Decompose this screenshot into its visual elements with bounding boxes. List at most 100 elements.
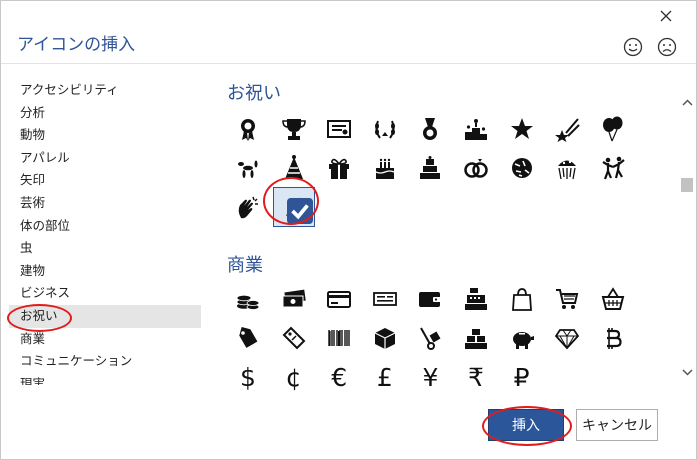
hand-truck-icon[interactable] — [409, 318, 451, 358]
category-item[interactable]: 芸術 — [9, 192, 201, 215]
currency-symbol-icon[interactable]: € — [318, 357, 360, 393]
shopping-bag-icon-glyph — [511, 288, 532, 311]
category-item[interactable]: お祝い — [9, 304, 201, 328]
vertical-scrollbar[interactable] — [679, 91, 696, 376]
gold-bars-icon[interactable] — [455, 318, 497, 358]
currency-symbol-icon[interactable]: £ — [364, 357, 406, 393]
wallet-icon[interactable] — [409, 279, 451, 319]
balloons-icon[interactable] — [592, 109, 634, 149]
shooting-star-icon-glyph — [555, 118, 580, 142]
shopping-cart-icon[interactable] — [546, 279, 588, 319]
trophy-icon-glyph — [281, 119, 306, 140]
bitcoin-icon[interactable] — [592, 318, 634, 358]
package-icon-glyph — [374, 328, 396, 349]
package-icon[interactable] — [364, 318, 406, 358]
scroll-down-icon[interactable] — [682, 362, 693, 376]
currency-symbol-icon[interactable]: $ — [227, 357, 269, 393]
check-icon[interactable] — [364, 279, 406, 319]
certificate-icon-glyph — [327, 120, 352, 138]
certificate-icon[interactable] — [318, 109, 360, 149]
laurel-wreath-icon[interactable] — [364, 109, 406, 149]
tag-icon[interactable] — [273, 318, 315, 358]
coins-icon-glyph — [236, 294, 260, 310]
confetti-ball-icon-glyph — [558, 160, 577, 180]
currency-symbol: £ — [376, 362, 393, 392]
category-item[interactable]: 虫 — [9, 237, 201, 260]
cash-register-icon[interactable] — [455, 279, 497, 319]
hand-truck-icon-glyph — [420, 327, 441, 350]
smile-icon[interactable] — [623, 37, 643, 57]
currency-symbol: ¥ — [422, 362, 439, 392]
trophy-icon[interactable] — [273, 109, 315, 149]
category-item[interactable]: 体の部位 — [9, 215, 201, 238]
birthday-cake-icon-glyph — [375, 158, 395, 179]
balloon-dog-icon[interactable] — [227, 148, 269, 188]
currency-symbol-icon[interactable]: ¢ — [273, 357, 315, 393]
shooting-star-icon[interactable] — [546, 109, 588, 149]
laurel-wreath-icon-glyph — [374, 120, 395, 139]
barcode-icon-glyph — [328, 330, 350, 346]
diamond-icon[interactable] — [546, 318, 588, 358]
dialog-title: アイコンの挿入 — [17, 35, 136, 55]
section-title-celebration: お祝い — [227, 83, 281, 104]
insert-button[interactable]: 挿入 — [488, 409, 564, 441]
banknotes-icon[interactable] — [273, 279, 315, 319]
rings-icon-glyph — [464, 159, 488, 178]
podium-icon-glyph — [465, 119, 487, 140]
party-popper-icon[interactable] — [272, 187, 315, 227]
category-item[interactable]: 現実 — [9, 373, 201, 385]
category-item[interactable]: 分析 — [9, 102, 201, 125]
currency-symbol: $ — [240, 362, 256, 392]
wedding-cake-icon[interactable] — [409, 148, 451, 188]
category-item[interactable]: アパレル — [9, 147, 201, 170]
confetti-ball-icon[interactable] — [546, 148, 588, 188]
barcode-icon[interactable] — [318, 318, 360, 358]
credit-card-icon[interactable] — [318, 279, 360, 319]
star-icon[interactable] — [501, 109, 543, 149]
diamond-icon-glyph — [555, 329, 580, 350]
scrollbar-thumb[interactable] — [681, 178, 693, 192]
dancing-people-icon-glyph — [602, 156, 625, 180]
party-hat-icon[interactable] — [273, 148, 315, 188]
shopping-basket-icon[interactable] — [592, 279, 634, 319]
currency-symbol-icon[interactable]: ₹ — [455, 357, 497, 393]
category-item[interactable]: ビジネス — [9, 282, 201, 305]
confetti-icon[interactable] — [501, 148, 543, 188]
gift-icon[interactable] — [318, 148, 360, 188]
bitcoin-icon-glyph — [606, 328, 622, 349]
scroll-up-icon[interactable] — [682, 93, 693, 106]
rings-icon[interactable] — [455, 148, 497, 188]
category-item[interactable]: 矢印 — [9, 169, 201, 192]
clapping-hands-icon[interactable] — [227, 187, 269, 227]
wallet-icon-glyph — [419, 292, 442, 307]
coins-icon[interactable] — [227, 279, 269, 319]
price-tag-icon[interactable] — [227, 318, 269, 358]
piggy-bank-icon[interactable] — [501, 318, 543, 358]
currency-symbol-icon[interactable]: ₽ — [501, 357, 543, 393]
shopping-basket-icon-glyph — [601, 287, 625, 310]
category-item[interactable]: アクセシビリティ — [9, 79, 201, 102]
category-item[interactable]: コミュニケーション — [9, 350, 201, 373]
check-icon-glyph — [372, 292, 397, 306]
section-title-commerce: 商業 — [227, 255, 263, 276]
piggy-bank-icon-glyph — [512, 332, 534, 349]
shopping-bag-icon[interactable] — [501, 279, 543, 319]
price-tag-icon-glyph — [239, 326, 258, 348]
medal-icon[interactable] — [409, 109, 451, 149]
category-list[interactable]: アクセシビリティ 分析 動物 アパレル 矢印 芸術 体の部位虫建物 ビジネス お祝い 商業 コミュニ… — [9, 79, 201, 385]
cancel-button[interactable]: キャンセル — [576, 409, 658, 441]
gold-bars-icon-glyph — [465, 329, 487, 349]
icon-gallery: お祝い 商業 $ ¢ € £ ¥ ₹ ₽ — [219, 73, 677, 393]
podium-icon[interactable] — [455, 109, 497, 149]
category-item[interactable]: 動物 — [9, 124, 201, 147]
category-item[interactable]: 商業 — [9, 328, 201, 351]
frown-icon[interactable] — [657, 37, 677, 57]
star-icon-glyph — [510, 118, 533, 139]
rosette-icon[interactable] — [227, 109, 269, 149]
dancing-people-icon[interactable] — [592, 148, 634, 188]
shopping-cart-icon-glyph — [556, 289, 579, 309]
birthday-cake-icon[interactable] — [364, 148, 406, 188]
close-icon[interactable] — [658, 8, 674, 24]
category-item[interactable]: 建物 — [9, 260, 201, 283]
currency-symbol-icon[interactable]: ¥ — [409, 357, 451, 393]
